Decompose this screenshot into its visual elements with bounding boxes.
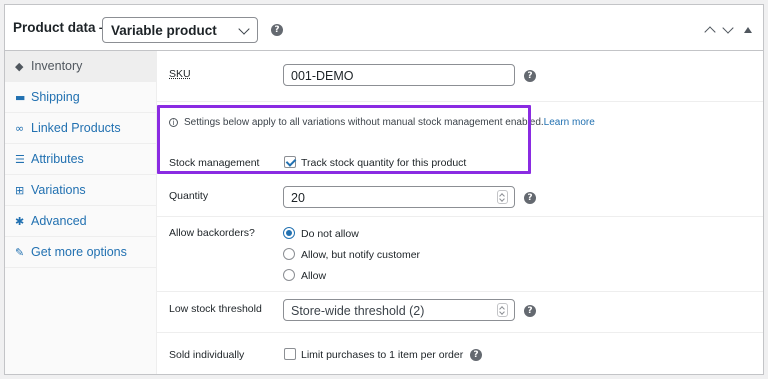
sku-value: 001-DEMO — [291, 69, 354, 83]
sold-individually-checkbox[interactable] — [284, 348, 296, 360]
product-type-select[interactable]: Variable product — [102, 17, 258, 43]
plugin-icon: ✎ — [15, 246, 25, 259]
quantity-value: 20 — [291, 191, 305, 205]
info-icon: i — [169, 118, 178, 127]
tab-label: Get more options — [31, 245, 127, 259]
tab-label: Advanced — [31, 214, 87, 228]
low-stock-placeholder: Store-wide threshold (2) — [291, 304, 425, 318]
grid-icon: ⊞ — [15, 184, 25, 197]
tab-variations[interactable]: ⊞ Variations — [5, 175, 156, 206]
backorder-radio-notify[interactable] — [283, 248, 295, 260]
low-stock-label: Low stock threshold — [169, 303, 262, 315]
backorder-option-label: Allow — [301, 270, 327, 282]
tab-shipping[interactable]: ▬ Shipping — [5, 82, 156, 113]
learn-more-link[interactable]: Learn more — [544, 117, 595, 128]
backorder-radio-do-not-allow[interactable] — [283, 227, 295, 239]
help-icon[interactable]: ? — [470, 349, 482, 361]
gear-icon: ✱ — [15, 215, 25, 228]
tab-linked-products[interactable]: ∞ Linked Products — [5, 113, 156, 144]
tab-label: Shipping — [31, 90, 80, 104]
divider — [157, 216, 763, 217]
truck-icon: ▬ — [15, 91, 26, 104]
low-stock-input[interactable]: Store-wide threshold (2) — [283, 299, 515, 321]
notice-text: Settings below apply to all variations w… — [184, 117, 544, 128]
tab-label: Inventory — [31, 59, 83, 73]
divider — [157, 101, 763, 102]
quantity-label: Quantity — [169, 190, 209, 202]
product-data-tabs: ◆ Inventory ▬ Shipping ∞ Linked Products… — [5, 51, 157, 374]
toggle-panel-icon[interactable] — [741, 23, 755, 37]
help-icon[interactable]: ? — [271, 24, 283, 36]
sku-label: SKU — [169, 68, 191, 80]
link-icon: ∞ — [15, 122, 25, 135]
spinner-icon[interactable] — [497, 303, 508, 317]
product-data-panel: Product data — Variable product ? ◆ Inve… — [4, 4, 764, 375]
backorder-option-label: Allow, but notify customer — [301, 249, 421, 261]
chevron-up-icon[interactable] — [703, 23, 717, 37]
backorder-radio-allow[interactable] — [283, 269, 295, 281]
divider — [157, 291, 763, 292]
stock-management-checkbox[interactable] — [284, 156, 296, 168]
spinner-icon[interactable] — [497, 190, 508, 204]
sold-individually-label: Sold individually — [169, 349, 245, 361]
tab-attributes[interactable]: ☰ Attributes — [5, 144, 156, 175]
stock-management-checkbox-label: Track stock quantity for this product — [301, 157, 467, 169]
backorders-label: Allow backorders? — [169, 227, 255, 239]
chevron-down-icon — [238, 23, 250, 35]
tab-label: Linked Products — [31, 121, 121, 135]
list-icon: ☰ — [15, 153, 25, 166]
help-icon[interactable]: ? — [524, 70, 536, 82]
panel-header: Product data — Variable product ? — [5, 5, 763, 51]
help-icon[interactable]: ? — [524, 192, 536, 204]
stock-notice: i Settings below apply to all variations … — [169, 117, 595, 128]
tag-icon: ◆ — [15, 60, 24, 73]
sold-individually-checkbox-label: Limit purchases to 1 item per order — [301, 349, 464, 361]
help-icon[interactable]: ? — [524, 305, 536, 317]
inventory-panel: SKU 001-DEMO ? i Settings below apply to … — [157, 51, 763, 374]
backorder-option-label: Do not allow — [301, 228, 359, 240]
divider — [157, 332, 763, 333]
tab-label: Variations — [31, 183, 86, 197]
chevron-down-icon[interactable] — [721, 23, 735, 37]
tab-inventory[interactable]: ◆ Inventory — [5, 51, 156, 82]
tab-advanced[interactable]: ✱ Advanced — [5, 206, 156, 237]
stock-management-label: Stock management — [169, 157, 260, 169]
tab-label: Attributes — [31, 152, 84, 166]
panel-title: Product data — — [13, 20, 113, 35]
tab-get-more-options[interactable]: ✎ Get more options — [5, 237, 156, 268]
product-type-value: Variable product — [111, 23, 217, 38]
sku-input[interactable]: 001-DEMO — [283, 64, 515, 86]
quantity-stepper[interactable]: 20 — [283, 186, 515, 208]
